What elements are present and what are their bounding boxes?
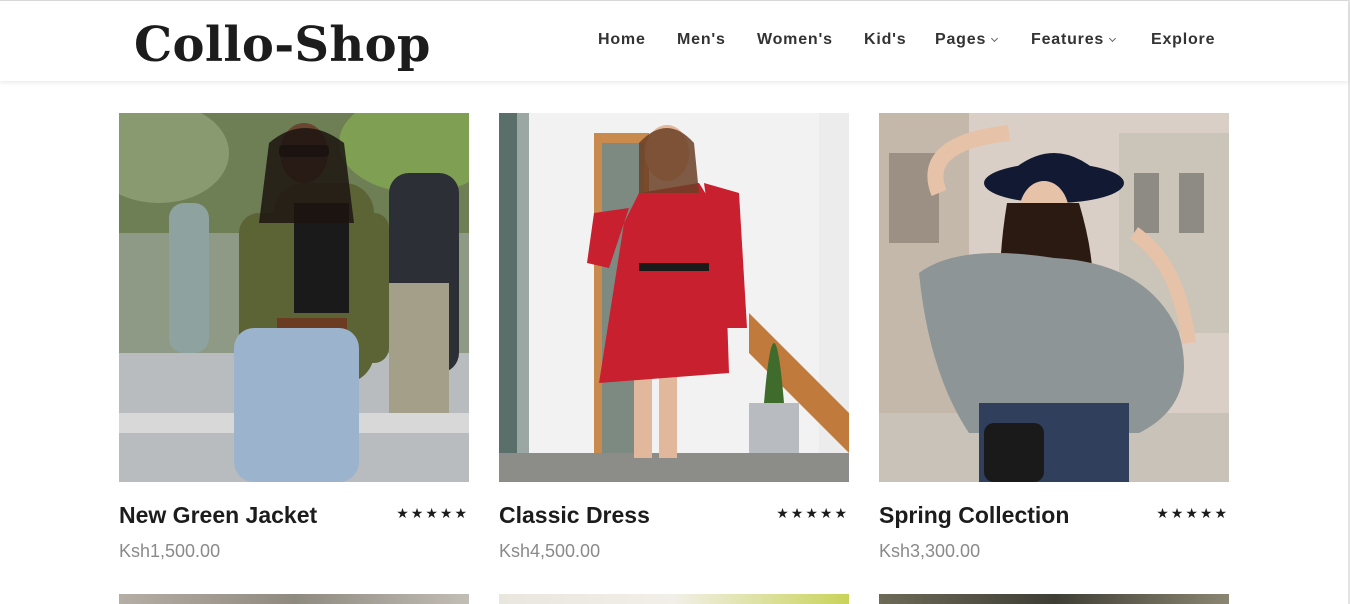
nav-explore[interactable]: Explore bbox=[1151, 31, 1215, 49]
nav-home[interactable]: Home bbox=[598, 31, 646, 49]
product-name[interactable]: New Green Jacket bbox=[119, 502, 317, 529]
chevron-down-icon bbox=[1109, 34, 1117, 43]
nav-pages[interactable]: Pages bbox=[935, 31, 999, 49]
site-header: Collo-Shop Home Men's Women's Kid's Page… bbox=[0, 1, 1348, 81]
nav-features[interactable]: Features bbox=[1031, 31, 1117, 49]
nav-pages-label: Pages bbox=[935, 31, 987, 48]
product-name[interactable]: Spring Collection bbox=[879, 502, 1069, 529]
product-name[interactable]: Classic Dress bbox=[499, 502, 650, 529]
product-image[interactable] bbox=[499, 113, 849, 482]
product-image-partial[interactable] bbox=[119, 594, 469, 604]
product-price: Ksh4,500.00 bbox=[499, 541, 601, 561]
site-logo[interactable]: Collo-Shop bbox=[134, 21, 431, 69]
chevron-down-icon bbox=[991, 34, 999, 43]
rating-stars: ★★★★★ bbox=[776, 505, 849, 521]
product-image[interactable] bbox=[119, 113, 469, 482]
nav-features-label: Features bbox=[1031, 31, 1105, 48]
rating-stars: ★★★★★ bbox=[396, 505, 469, 521]
product-image-partial[interactable] bbox=[499, 594, 849, 604]
nav-mens[interactable]: Men's bbox=[677, 31, 726, 49]
product-image-partial[interactable] bbox=[879, 594, 1229, 604]
rating-stars: ★★★★★ bbox=[1156, 505, 1229, 521]
nav-womens[interactable]: Women's bbox=[757, 31, 833, 49]
product-price: Ksh3,300.00 bbox=[879, 541, 981, 561]
nav-kids[interactable]: Kid's bbox=[864, 31, 906, 49]
product-price: Ksh1,500.00 bbox=[119, 541, 221, 561]
product-image[interactable] bbox=[879, 113, 1229, 482]
